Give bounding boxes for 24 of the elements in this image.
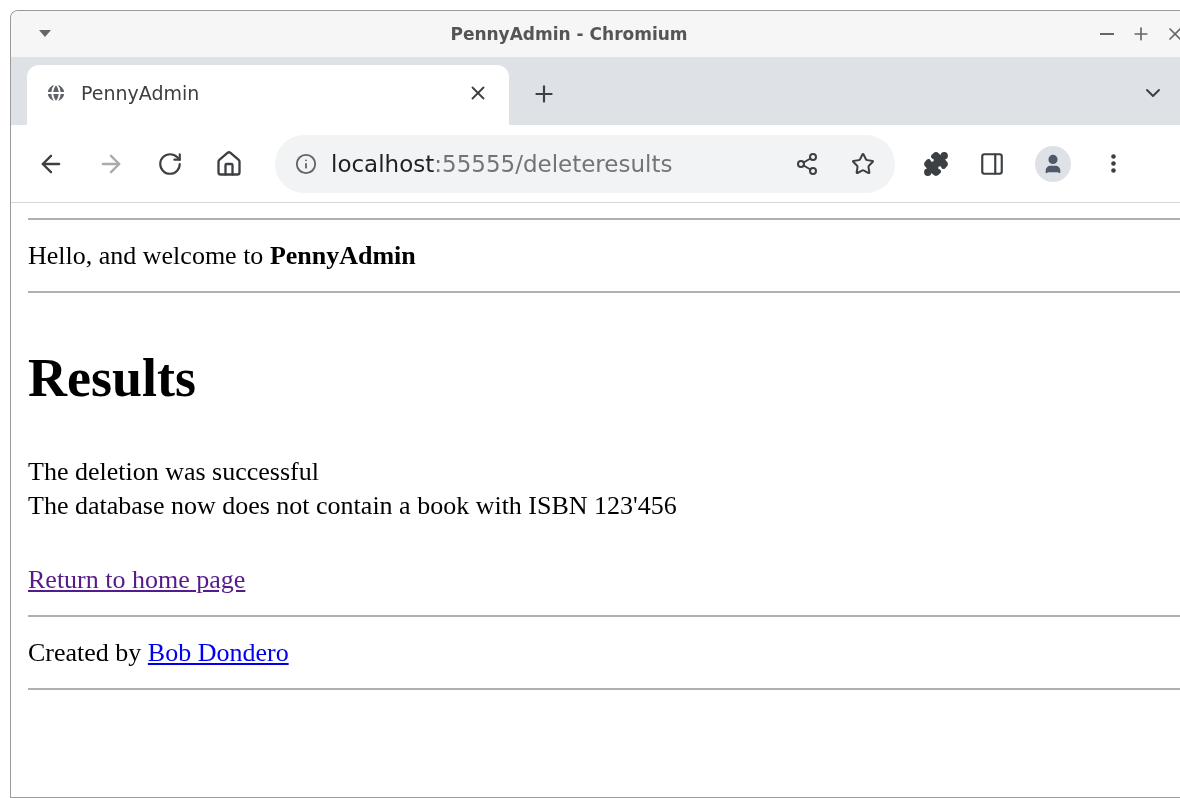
profile-button[interactable] — [1035, 145, 1071, 182]
message-text: The database now does not contain a book with ISBN 123'456 — [28, 490, 678, 522]
page-heading: Results — [28, 347, 197, 409]
minus-icon — [1100, 33, 1114, 35]
url-text: localhost:55555/deleteresults — [331, 150, 674, 177]
info-icon — [295, 152, 317, 175]
tab-title: PennyAdmin — [81, 82, 201, 104]
window-menu-icon[interactable] — [39, 30, 51, 38]
more-icon — [1111, 154, 1116, 173]
side-panel-button[interactable] — [979, 150, 1005, 177]
address-bar[interactable]: localhost:55555/deleteresults — [275, 134, 895, 193]
home-button[interactable] — [215, 149, 243, 178]
browser-tab[interactable]: PennyAdmin — [27, 65, 509, 125]
author-link[interactable]: Bob Dondero — [147, 638, 289, 667]
share-button[interactable] — [795, 151, 819, 176]
message-text: The deletion was successful — [28, 456, 320, 488]
footer-text: Created by Bob Dondero — [28, 637, 290, 669]
bookmark-star-button[interactable] — [851, 151, 875, 176]
window-title: PennyAdmin - Chromium — [449, 24, 689, 44]
globe-icon — [45, 82, 67, 104]
return-home-link[interactable]: Return to home page — [28, 565, 246, 594]
welcome-text: Hello, and welcome to PennyAdmin — [28, 240, 417, 272]
reload-button[interactable] — [157, 150, 183, 177]
extensions-button[interactable] — [923, 150, 949, 177]
